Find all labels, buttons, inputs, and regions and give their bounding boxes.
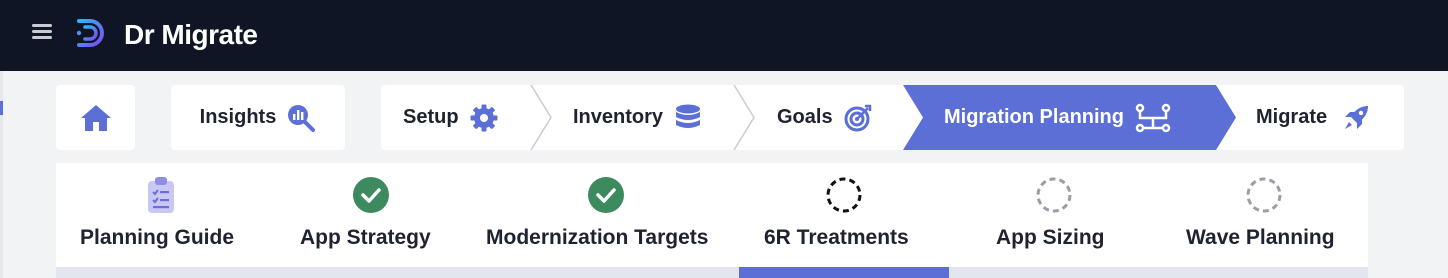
target-icon bbox=[844, 104, 871, 131]
gear-icon bbox=[470, 104, 498, 131]
database-icon bbox=[676, 104, 701, 128]
breadcrumb-label: Inventory bbox=[573, 106, 664, 128]
dashed-circle-icon bbox=[1036, 177, 1072, 213]
breadcrumb-background bbox=[381, 85, 1404, 150]
dr-migrate-logo-icon[interactable] bbox=[75, 17, 107, 49]
workflow-breadcrumb: Setup Inventory Goals Migration Planning… bbox=[381, 85, 1404, 150]
tab-label: Planning Guide bbox=[80, 226, 235, 249]
breadcrumb-label: Migrate bbox=[1256, 106, 1328, 128]
active-tab-indicator bbox=[739, 267, 949, 278]
tab-label: App Sizing bbox=[996, 226, 1105, 249]
tab-6r-treatments[interactable]: 6R Treatments bbox=[739, 163, 949, 267]
tab-planning-guide[interactable]: Planning Guide bbox=[56, 163, 266, 267]
home-button[interactable] bbox=[56, 85, 135, 150]
tab-label: Modernization Targets bbox=[486, 226, 709, 249]
insights-button[interactable]: Insights bbox=[171, 85, 345, 150]
dashed-circle-icon bbox=[826, 177, 862, 213]
left-edge bbox=[0, 71, 3, 278]
breadcrumb-label: Migration Planning bbox=[944, 106, 1124, 128]
breadcrumb-setup[interactable]: Setup bbox=[403, 85, 499, 150]
analytics-search-icon bbox=[288, 104, 316, 132]
tab-modernization-targets[interactable]: Modernization Targets bbox=[476, 163, 739, 267]
insights-label: Insights bbox=[199, 106, 277, 128]
tab-wave-planning[interactable]: Wave Planning bbox=[1159, 163, 1368, 267]
hamburger-menu-icon[interactable] bbox=[32, 22, 54, 40]
network-nodes-icon bbox=[1135, 103, 1171, 132]
breadcrumb-migration-planning[interactable]: Migration Planning bbox=[944, 85, 1172, 150]
tab-label: 6R Treatments bbox=[764, 226, 909, 249]
check-circle-icon bbox=[353, 177, 389, 213]
breadcrumb-inventory[interactable]: Inventory bbox=[573, 85, 703, 150]
top-app-bar: Dr Migrate bbox=[0, 0, 1448, 71]
breadcrumb-label: Goals bbox=[777, 106, 833, 128]
breadcrumb-migrate[interactable]: Migrate bbox=[1256, 85, 1371, 150]
tab-label: Wave Planning bbox=[1186, 226, 1335, 249]
tab-app-strategy[interactable]: App Strategy bbox=[266, 163, 476, 267]
clipboard-checklist-icon bbox=[148, 177, 174, 213]
tab-app-sizing[interactable]: App Sizing bbox=[949, 163, 1159, 267]
dashed-circle-icon bbox=[1246, 177, 1282, 213]
planning-subtabs: Planning Guide App Strategy Modernizatio… bbox=[56, 163, 1368, 278]
check-circle-icon bbox=[588, 177, 624, 213]
app-title: Dr Migrate bbox=[124, 19, 258, 50]
breadcrumb-label: Setup bbox=[403, 106, 459, 128]
home-icon bbox=[80, 104, 111, 131]
tab-label: App Strategy bbox=[300, 226, 431, 249]
breadcrumb-goals[interactable]: Goals bbox=[777, 85, 873, 150]
rocket-icon bbox=[1345, 105, 1369, 129]
tab-track bbox=[56, 267, 1368, 278]
